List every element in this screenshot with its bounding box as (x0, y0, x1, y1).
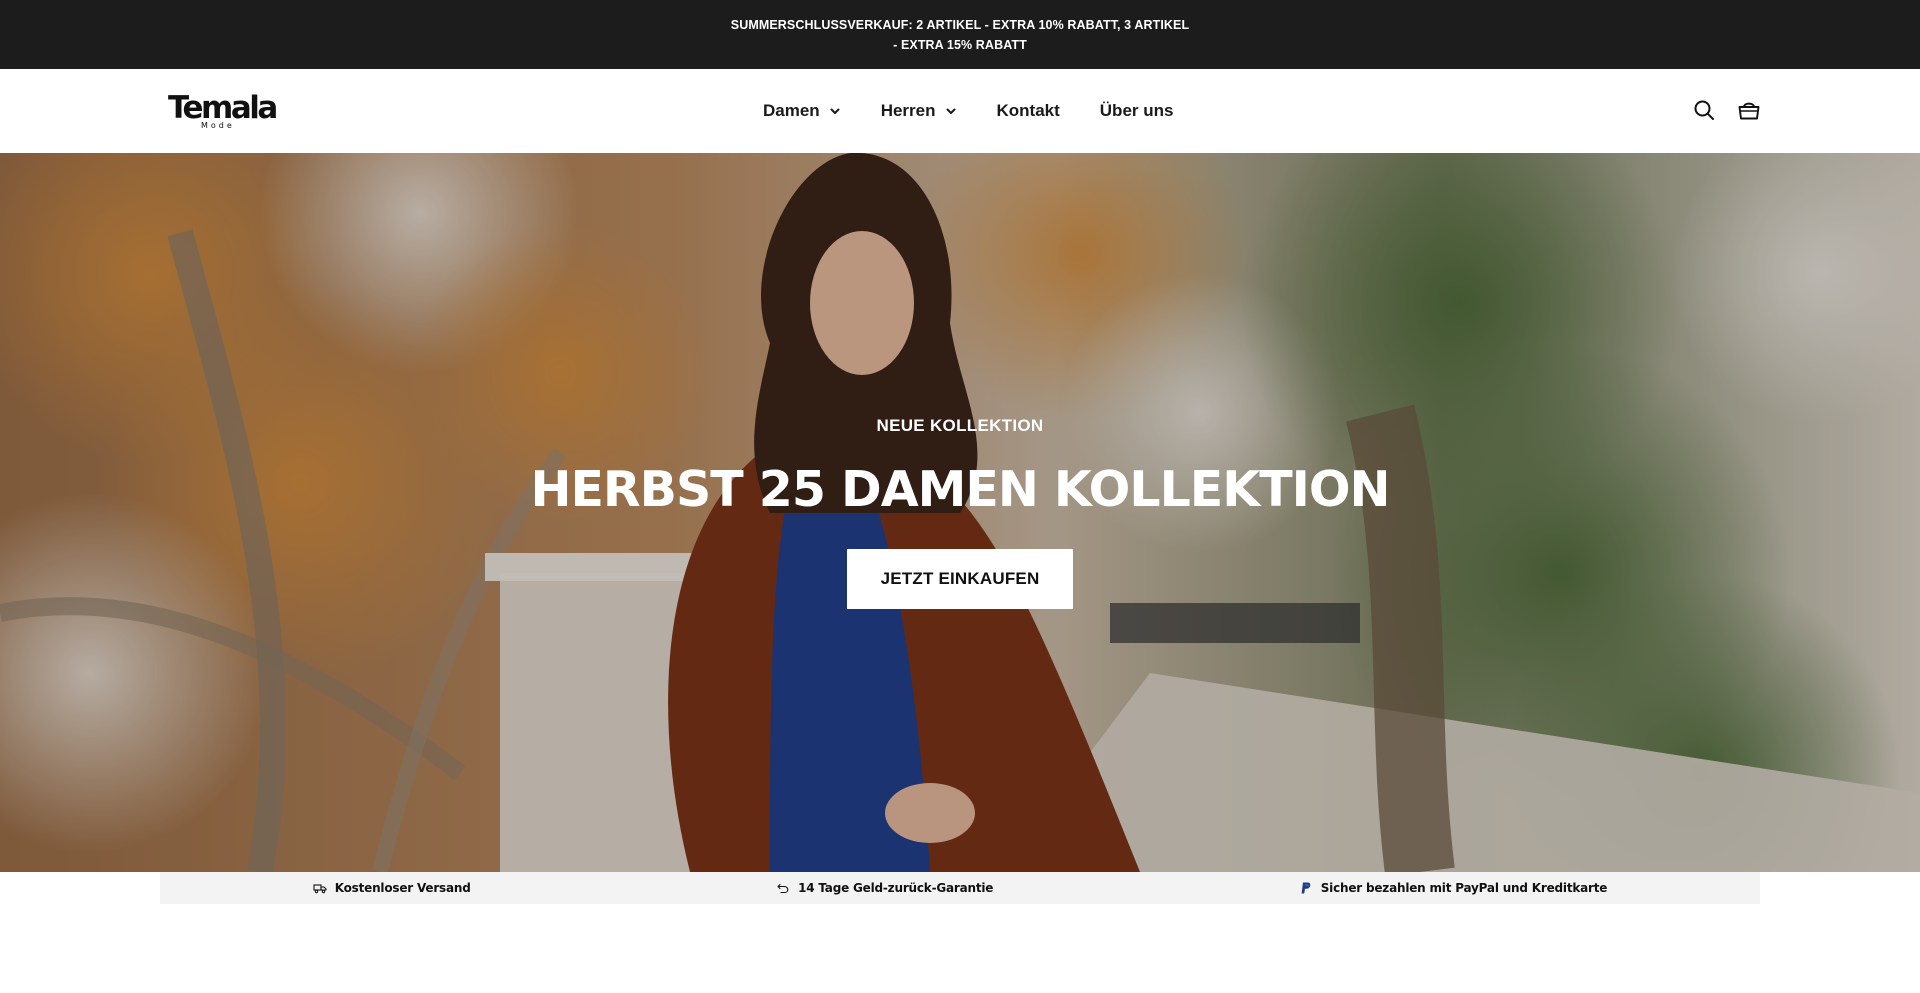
nav-item-ueber-uns[interactable]: Über uns (1100, 101, 1174, 121)
truck-icon (313, 884, 327, 894)
chevron-down-icon (830, 108, 840, 114)
trust-item-guarantee: 14 Tage Geld-zurück-Garantie (776, 881, 993, 895)
trust-label: 14 Tage Geld-zurück-Garantie (798, 881, 994, 895)
logo[interactable]: Temala Mode (168, 91, 278, 133)
cart-icon[interactable] (1737, 98, 1761, 122)
shop-now-button[interactable]: JETZT EINKAUFEN (847, 549, 1073, 609)
hero-banner: NEUE KOLLEKTION HERBST 25 DAMEN KOLLEKTI… (0, 153, 1920, 872)
trust-label: Sicher bezahlen mit PayPal und Kreditkar… (1320, 881, 1608, 895)
nav-item-herren[interactable]: Herren (881, 101, 957, 121)
nav-item-label: Kontakt (996, 101, 1060, 120)
nav-item-label: Herren (880, 101, 936, 120)
return-icon (777, 883, 789, 894)
nav-item-kontakt[interactable]: Kontakt (997, 101, 1060, 121)
trust-bar: Kostenloser Versand 14 Tage Geld-zurück-… (160, 872, 1760, 904)
nav-item-damen[interactable]: Damen (763, 101, 841, 121)
hero-eyebrow: NEUE KOLLEKTION (876, 416, 1044, 435)
trust-item-shipping: Kostenloser Versand (313, 881, 471, 895)
trust-item-payment: Sicher bezahlen mit PayPal und Kreditkar… (1299, 881, 1608, 895)
announcement-bar: SUMMERSCHLUSSVERKAUF: 2 ARTIKEL - EXTRA … (0, 0, 1920, 69)
trust-label: Kostenloser Versand (334, 881, 471, 895)
paypal-icon (1301, 882, 1311, 894)
logo-wordmark: Temala (168, 90, 278, 126)
search-icon[interactable] (1692, 98, 1716, 122)
hero-title: HERBST 25 DAMEN KOLLEKTION (530, 461, 1390, 518)
nav-item-label: Damen (763, 101, 820, 120)
main-nav: Damen Herren Kontakt Über uns (763, 69, 1173, 153)
chevron-down-icon (946, 108, 955, 114)
logo-subtext: Mode (201, 121, 235, 130)
site-header: Temala Mode Damen Herren Kontakt Über un… (0, 69, 1920, 153)
nav-item-label: Über uns (1099, 101, 1174, 120)
announcement-text: SUMMERSCHLUSSVERKAUF: 2 ARTIKEL - EXTRA … (730, 17, 1190, 52)
